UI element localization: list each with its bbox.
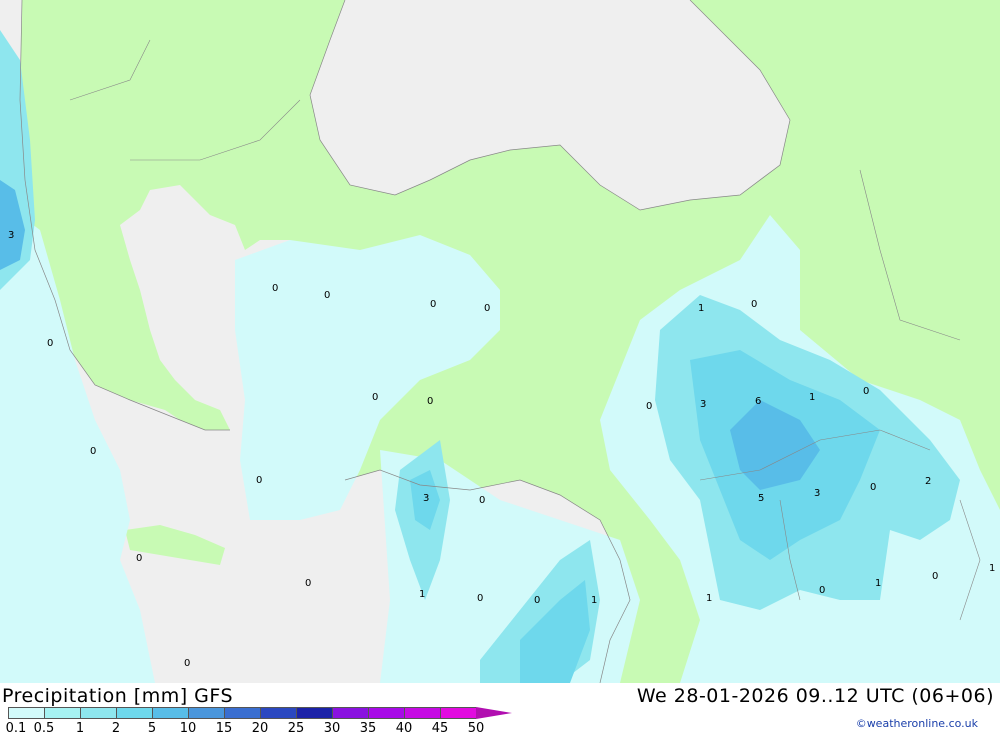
map-value: 0 [305,578,311,589]
legend-swatch [260,707,296,719]
map-value: 0 [870,482,876,493]
map-value: 0 [863,386,869,397]
legend-tick: 20 [251,721,269,736]
legend-swatch [296,707,332,719]
color-legend [8,707,512,719]
map-value: 3 [814,488,820,499]
legend-swatch [332,707,368,719]
map-value: 0 [932,571,938,582]
legend-swatch [368,707,404,719]
map-value: 3 [8,230,14,241]
legend-panel: Precipitation [mm] GFS We 28-01-2026 09.… [0,683,1000,736]
legend-arrow [476,707,512,719]
precipitation-map: 3 0 0 0 0 0 1 0 0 0 0 0 3 6 1 0 3 0 0 3 … [0,0,1000,684]
legend-tick: 40 [395,721,413,736]
legend-swatch [8,707,44,719]
legend-swatch [152,707,188,719]
map-value: 0 [136,553,142,564]
map-title: Precipitation [mm] GFS [2,685,234,707]
legend-tick: 50 [467,721,485,736]
map-value: 6 [755,396,761,407]
legend-tick: 35 [359,721,377,736]
map-value: 0 [646,401,652,412]
map-value: 1 [706,593,712,604]
map-value: 0 [90,446,96,457]
legend-tick: 25 [287,721,305,736]
map-value: 1 [419,589,425,600]
legend-tick: 45 [431,721,449,736]
legend-swatch [224,707,260,719]
map-value: 0 [430,299,436,310]
legend-tick: 10 [179,721,197,736]
map-value: 0 [324,290,330,301]
map-value: 5 [758,493,764,504]
legend-swatch [116,707,152,719]
map-value: 2 [925,476,931,487]
map-value: 0 [484,303,490,314]
map-value: 0 [184,658,190,669]
map-value: 0 [272,283,278,294]
map-value: 0 [427,396,433,407]
map-value: 0 [534,595,540,606]
legend-tick: 5 [147,721,157,736]
map-value: 1 [698,303,704,314]
legend-tick: 15 [215,721,233,736]
map-value: 0 [477,593,483,604]
legend-tick: 1 [75,721,85,736]
legend-swatch [440,707,476,719]
map-value: 0 [819,585,825,596]
map-value: 3 [700,399,706,410]
map-value: 0 [479,495,485,506]
map-value: 0 [47,338,53,349]
map-value: 0 [372,392,378,403]
credit-link[interactable]: ©weatheronline.co.uk [856,717,978,730]
map-value: 1 [989,563,995,574]
map-value: 1 [875,578,881,589]
map-value: 1 [591,595,597,606]
legend-swatch [188,707,224,719]
map-value: 1 [809,392,815,403]
map-value: 3 [423,493,429,504]
legend-swatch [44,707,80,719]
forecast-time: We 28-01-2026 09..12 UTC (06+06) [636,685,994,707]
legend-swatch [80,707,116,719]
legend-tick: 0.5 [33,721,55,736]
map-value: 0 [751,299,757,310]
legend-tick: 2 [111,721,121,736]
map-value: 0 [256,475,262,486]
legend-swatch [404,707,440,719]
map-canvas: 3 0 0 0 0 0 1 0 0 0 0 0 3 6 1 0 3 0 0 3 … [0,0,1000,684]
legend-tick: 0.1 [5,721,27,736]
legend-tick: 30 [323,721,341,736]
